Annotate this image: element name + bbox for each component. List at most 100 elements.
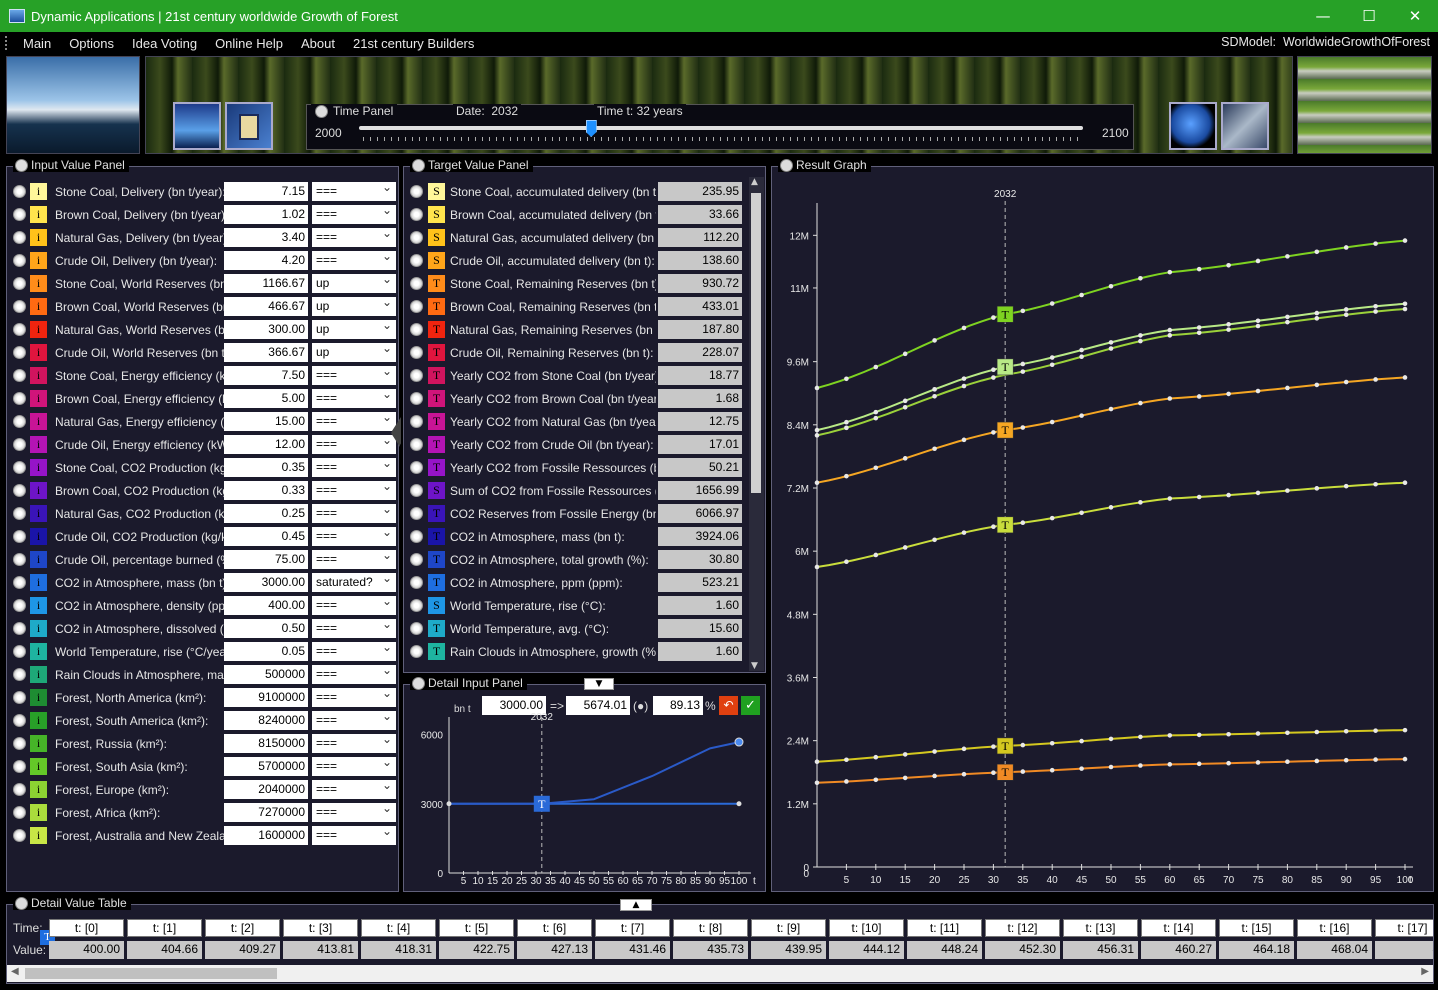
input-mode-select[interactable]: === [312, 663, 396, 684]
series-handle[interactable]: T [996, 306, 1014, 323]
table-value-cell[interactable]: 418.31 [361, 941, 436, 959]
input-mode-select[interactable]: === [312, 226, 396, 247]
input-value-field[interactable]: 0.33 [224, 481, 308, 500]
target-row-radio[interactable] [410, 277, 423, 290]
series-handle[interactable]: T [996, 763, 1014, 781]
result-chart[interactable]: 12M 11M 9.6M 8.4M 7.2M 6M 4.8M 3.6M 2.4M 1.2M 0 5 10… [772, 167, 1433, 891]
input-value-field[interactable]: 300.00 [224, 320, 308, 339]
input-mode-select[interactable]: === [312, 456, 396, 477]
input-mode-select[interactable]: === [312, 755, 396, 776]
table-value-cell[interactable]: 448.24 [907, 941, 982, 959]
input-value-field[interactable]: 75.00 [224, 550, 308, 569]
series-handle[interactable]: T [996, 737, 1014, 755]
input-mode-select[interactable]: saturated? [312, 571, 396, 592]
target-row-radio[interactable] [410, 254, 423, 267]
table-value-cell[interactable]: 47 [1375, 941, 1433, 959]
target-row-radio[interactable] [410, 576, 423, 589]
target-row-radio[interactable] [410, 369, 423, 382]
scroll-left-icon[interactable]: ◀ [11, 966, 19, 977]
input-value-field[interactable]: 5700000 [224, 757, 308, 776]
input-mode-select[interactable]: up [312, 272, 396, 293]
input-row-radio[interactable] [13, 231, 26, 244]
scroll-thumb[interactable] [751, 193, 761, 493]
input-value-field[interactable]: 5.00 [224, 389, 308, 408]
input-value-field[interactable]: 1.02 [224, 205, 308, 224]
input-mode-select[interactable]: === [312, 640, 396, 661]
detail-target-point[interactable] [734, 737, 744, 747]
input-mode-select[interactable]: === [312, 617, 396, 638]
table-value-cell[interactable]: 427.13 [517, 941, 592, 959]
target-scrollbar[interactable]: ▲ ▼ [749, 177, 764, 671]
input-row-radio[interactable] [13, 622, 26, 635]
maximize-button[interactable]: ☐ [1346, 0, 1392, 32]
input-value-field[interactable]: 400.00 [224, 596, 308, 615]
input-mode-select[interactable]: === [312, 801, 396, 822]
input-value-field[interactable]: 8240000 [224, 711, 308, 730]
input-mode-select[interactable]: up [312, 318, 396, 339]
input-value-field[interactable]: 2040000 [224, 780, 308, 799]
scroll-down-icon[interactable]: ▼ [751, 661, 758, 671]
input-row-radio[interactable] [13, 806, 26, 819]
input-value-field[interactable]: 3.40 [224, 228, 308, 247]
target-row-radio[interactable] [410, 346, 423, 359]
input-row-radio[interactable] [13, 737, 26, 750]
input-mode-select[interactable]: === [312, 387, 396, 408]
scroll-right-icon[interactable]: ▶ [1421, 966, 1429, 977]
input-row-radio[interactable] [13, 668, 26, 681]
menu-main[interactable]: Main [14, 36, 60, 51]
input-value-field[interactable]: 500000 [224, 665, 308, 684]
input-mode-select[interactable]: === [312, 525, 396, 546]
input-row-radio[interactable] [13, 323, 26, 336]
input-value-field[interactable]: 7.15 [224, 182, 308, 201]
input-row-radio[interactable] [13, 300, 26, 313]
target-row-radio[interactable] [410, 599, 423, 612]
menu-online-help[interactable]: Online Help [206, 36, 292, 51]
table-value-cell[interactable]: 439.95 [751, 941, 826, 959]
input-mode-select[interactable]: === [312, 502, 396, 523]
input-mode-select[interactable]: === [312, 824, 396, 845]
input-row-radio[interactable] [13, 277, 26, 290]
table-value-cell[interactable]: 422.75 [439, 941, 514, 959]
target-row-radio[interactable] [410, 622, 423, 635]
input-mode-select[interactable]: === [312, 410, 396, 431]
input-mode-select[interactable]: === [312, 732, 396, 753]
globe-icon[interactable] [1169, 102, 1217, 150]
input-value-field[interactable]: 1600000 [224, 826, 308, 845]
input-mode-select[interactable]: up [312, 295, 396, 316]
input-mode-select[interactable]: === [312, 709, 396, 730]
menu-about[interactable]: About [292, 36, 344, 51]
input-value-field[interactable]: 7.50 [224, 366, 308, 385]
input-row-radio[interactable] [13, 461, 26, 474]
table-value-cell[interactable]: 444.12 [829, 941, 904, 959]
menu-builders[interactable]: 21st century Builders [344, 36, 483, 51]
target-row-radio[interactable] [410, 484, 423, 497]
input-value-field[interactable]: 0.45 [224, 527, 308, 546]
table-value-cell[interactable]: 468.04 [1297, 941, 1372, 959]
input-mode-select[interactable]: === [312, 686, 396, 707]
input-row-radio[interactable] [13, 484, 26, 497]
target-row-radio[interactable] [410, 530, 423, 543]
time-slider-thumb[interactable] [585, 120, 597, 137]
input-row-radio[interactable] [13, 760, 26, 773]
window-app-icon[interactable] [225, 102, 273, 150]
table-scroll-thumb[interactable] [25, 968, 277, 979]
table-value-cell[interactable]: 452.30 [985, 941, 1060, 959]
series-handle[interactable]: T [996, 358, 1014, 376]
input-row-radio[interactable] [13, 645, 26, 658]
input-mode-select[interactable]: === [312, 249, 396, 270]
input-value-field[interactable]: 0.25 [224, 504, 308, 523]
input-mode-select[interactable]: === [312, 548, 396, 569]
input-value-field[interactable]: 1166.67 [224, 274, 308, 293]
table-value-cell[interactable]: 431.46 [595, 941, 670, 959]
input-value-field[interactable]: 0.05 [224, 642, 308, 661]
detail-chart[interactable]: 6000 3000 0 5 10 15 20 25 30 35 40 45 50 55 60 65 70 75 80… [404, 713, 765, 888]
input-value-field[interactable]: 7270000 [224, 803, 308, 822]
table-value-cell[interactable]: 435.73 [673, 941, 748, 959]
table-value-cell[interactable]: 460.27 [1141, 941, 1216, 959]
input-mode-select[interactable]: === [312, 203, 396, 224]
table-value-cell[interactable]: 464.18 [1219, 941, 1294, 959]
input-value-field[interactable]: 466.67 [224, 297, 308, 316]
table-value-cell[interactable]: 404.66 [127, 941, 202, 959]
input-value-field[interactable]: 366.67 [224, 343, 308, 362]
input-row-radio[interactable] [13, 392, 26, 405]
